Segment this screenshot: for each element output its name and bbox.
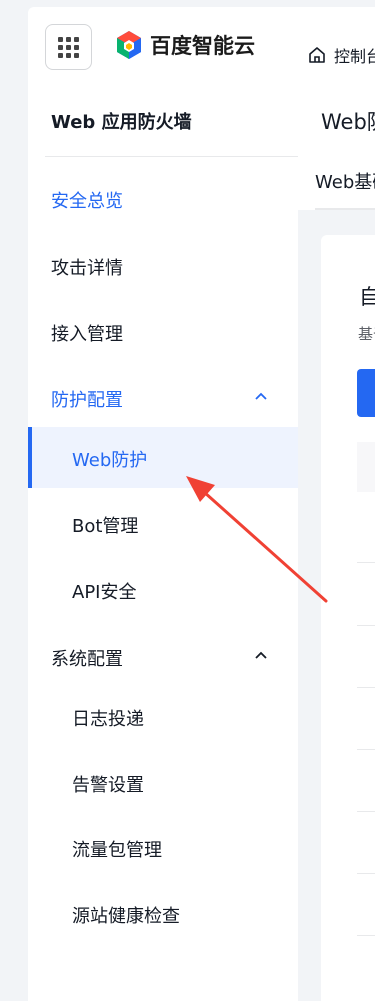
grid-icon [58, 36, 79, 58]
sidebar-item-origin-health-check[interactable]: 源站健康检查 [72, 902, 180, 928]
create-rule-button[interactable] [357, 369, 375, 417]
table-row [357, 811, 375, 812]
chevron-up-icon[interactable] [254, 648, 268, 662]
chevron-up-icon[interactable] [254, 389, 268, 403]
sidebar-item-api-security[interactable]: API安全 [72, 578, 136, 604]
page-title: Web防护 [321, 110, 375, 134]
table-header [357, 442, 375, 492]
console-label: 控制台 [334, 47, 375, 66]
active-item-background [28, 427, 298, 488]
home-icon [309, 47, 325, 63]
top-navbar: 百度智能云 控制台 [28, 7, 375, 84]
table-row [357, 873, 375, 874]
tab-web-basic-protection[interactable]: Web基础防护 [315, 168, 375, 194]
sidebar-item-web-protection[interactable]: Web防护 [72, 446, 147, 472]
main-header: Web防护 Web基础防护 [298, 84, 375, 210]
table-row [357, 562, 375, 563]
sidebar-divider [45, 156, 303, 157]
rules-card: 自定义规则 基于 [321, 235, 375, 1001]
cloud-logo-icon [117, 31, 141, 59]
brand-logo[interactable]: 百度智能云 [114, 30, 255, 60]
sidebar-item-system-config[interactable]: 系统配置 [51, 645, 123, 671]
console-link[interactable]: 控制台 [308, 43, 375, 67]
sidebar-title: Web 应用防火墙 [51, 112, 192, 133]
table-row [357, 687, 375, 688]
card-subtitle: 基于 [358, 325, 375, 343]
tab-underline [315, 208, 375, 210]
sidebar-item-attack-details[interactable]: 攻击详情 [51, 254, 123, 280]
sidebar-item-overview[interactable]: 安全总览 [51, 187, 123, 213]
table-row [357, 935, 375, 936]
sidebar: Web 应用防火墙 安全总览 攻击详情 接入管理 防护配置 Web防护 Bot管… [28, 84, 303, 1001]
brand-name: 百度智能云 [150, 34, 255, 58]
card-title: 自定义规则 [359, 285, 375, 309]
sidebar-item-protection-config[interactable]: 防护配置 [51, 386, 123, 412]
sidebar-item-access-management[interactable]: 接入管理 [51, 320, 123, 346]
product-menu-button[interactable] [45, 24, 92, 70]
table-row [357, 749, 375, 750]
table-row [357, 625, 375, 626]
sidebar-item-bot-management[interactable]: Bot管理 [72, 512, 138, 538]
content-gutter [298, 210, 321, 1001]
active-item-indicator [28, 427, 32, 488]
sidebar-item-log-delivery[interactable]: 日志投递 [72, 705, 144, 731]
sidebar-item-alert-settings[interactable]: 告警设置 [72, 771, 144, 797]
sidebar-item-traffic-package[interactable]: 流量包管理 [72, 836, 162, 862]
